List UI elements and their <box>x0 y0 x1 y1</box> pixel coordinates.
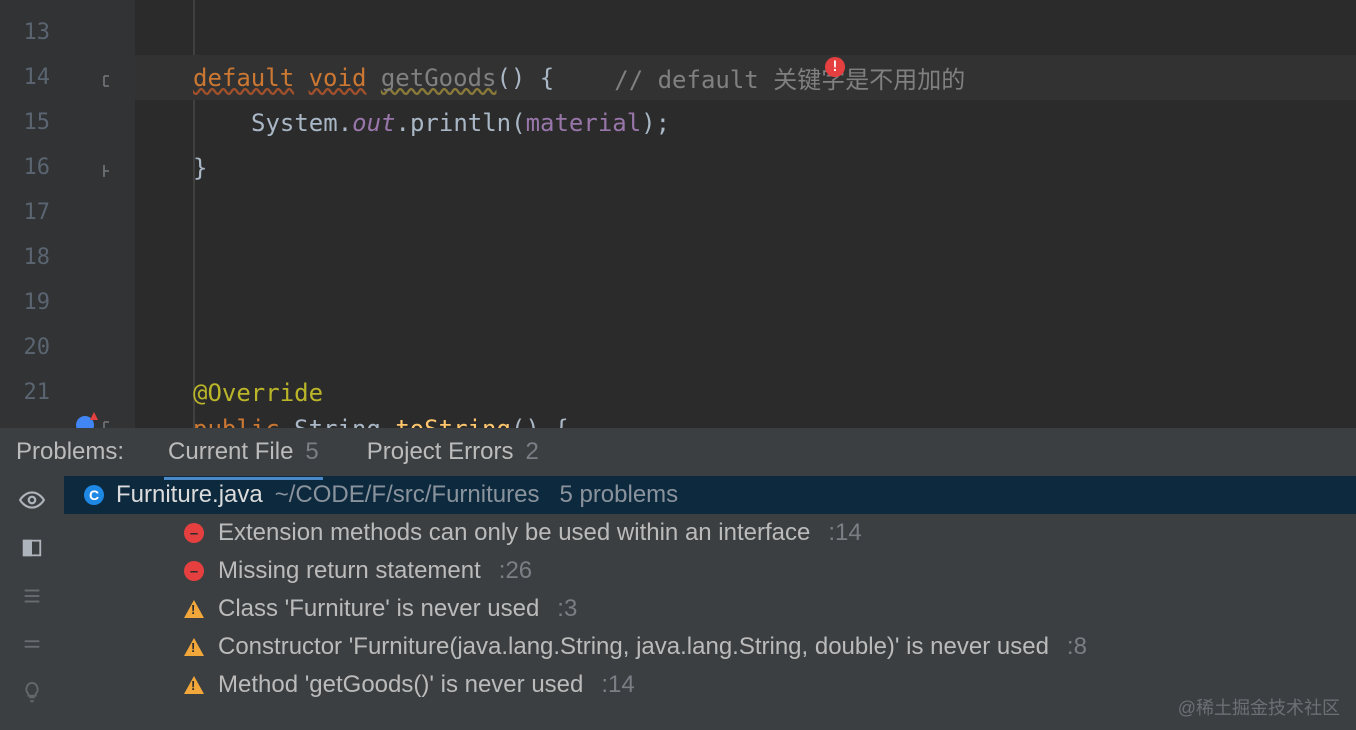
tab-count: 2 <box>525 438 538 466</box>
line-number: 15 <box>0 110 58 135</box>
warning-icon <box>184 676 204 694</box>
code-line[interactable] <box>135 280 1356 325</box>
override-gutter-icon[interactable] <box>76 416 94 428</box>
problem-text: Constructor 'Furniture(java.lang.String,… <box>218 633 1049 661</box>
problem-item[interactable]: – Extension methods can only be used wit… <box>64 514 1356 552</box>
problems-panel: Problems: Current File 5 Project Errors … <box>0 428 1356 730</box>
problem-item[interactable]: Class 'Furniture' is never used :3 <box>64 590 1356 628</box>
code-line[interactable]: default void getGoods () { // default 关键… <box>135 55 1356 100</box>
fold-open-icon[interactable] <box>100 416 116 428</box>
line-number: 16 <box>0 155 58 180</box>
code-text: } <box>193 154 207 182</box>
code-text: System. <box>251 109 352 137</box>
type: String <box>294 415 381 428</box>
error-icon: – <box>184 523 204 543</box>
line-number: 18 <box>0 245 58 270</box>
problem-line: :3 <box>557 595 577 623</box>
expand-icon[interactable] <box>18 582 46 610</box>
code-line[interactable]: @Override <box>135 370 1356 415</box>
problem-item[interactable]: – Missing return statement :26 <box>64 552 1356 590</box>
field: out <box>352 109 395 137</box>
keyword: void <box>309 64 367 92</box>
problem-file-row[interactable]: C Furniture.java ~/CODE/F/src/Furnitures… <box>64 476 1356 514</box>
line-number: 13 <box>0 20 58 45</box>
problem-text: Class 'Furniture' is never used <box>218 595 539 623</box>
warning-icon <box>184 638 204 656</box>
tab-label: Project Errors <box>367 438 514 466</box>
code-text: ); <box>641 109 670 137</box>
line-number: 17 <box>0 200 58 225</box>
code-line[interactable]: public String toString () { <box>135 415 1356 428</box>
code-line[interactable] <box>135 325 1356 370</box>
problem-text: Method 'getGoods()' is never used <box>218 671 583 699</box>
code-text: . <box>396 109 410 137</box>
method-name: toString <box>395 415 511 428</box>
bulb-icon[interactable] <box>18 678 46 706</box>
code-line[interactable] <box>135 10 1356 55</box>
field: material <box>526 109 642 137</box>
problem-line: :8 <box>1067 633 1087 661</box>
code-area[interactable]: default void getGoods () { // default 关键… <box>135 0 1356 428</box>
fold-open-icon[interactable] <box>100 70 116 86</box>
tab-project-errors[interactable]: Project Errors 2 <box>363 428 543 476</box>
warning-icon <box>184 600 204 618</box>
comment: // default 关键字是不用加的 <box>614 60 965 95</box>
code-text: () { <box>511 415 569 428</box>
line-number: 20 <box>0 335 58 360</box>
layout-icon[interactable] <box>18 534 46 562</box>
keyword: public <box>193 415 280 428</box>
method-call: println <box>410 109 511 137</box>
problem-line: :14 <box>828 519 861 547</box>
problem-text: Missing return statement <box>218 557 481 585</box>
problems-toolbar <box>0 476 64 730</box>
eye-icon[interactable] <box>18 486 46 514</box>
collapse-icon[interactable] <box>18 630 46 658</box>
method-name: getGoods <box>381 64 497 92</box>
code-text: ( <box>511 109 525 137</box>
problem-item[interactable]: Method 'getGoods()' is never used :14 <box>64 666 1356 704</box>
problems-tabs: Problems: Current File 5 Project Errors … <box>0 428 1356 476</box>
tab-count: 5 <box>305 438 318 466</box>
problems-body: C Furniture.java ~/CODE/F/src/Furnitures… <box>0 476 1356 730</box>
file-path: ~/CODE/F/src/Furnitures <box>275 481 540 509</box>
tab-label: Current File <box>168 438 293 466</box>
watermark: @稀土掘金技术社区 <box>1178 694 1340 720</box>
error-icon: – <box>184 561 204 581</box>
problem-line: :14 <box>601 671 634 699</box>
problems-list[interactable]: C Furniture.java ~/CODE/F/src/Furnitures… <box>64 476 1356 730</box>
tab-current-file[interactable]: Current File 5 <box>164 428 323 476</box>
error-inline-icon[interactable]: ! <box>825 57 845 77</box>
code-line[interactable]: } <box>135 145 1356 190</box>
editor-area: 13 14 15 16 17 18 19 20 21 <box>0 0 1356 428</box>
fold-close-icon[interactable] <box>100 160 116 176</box>
file-name: Furniture.java <box>116 481 263 509</box>
problems-label: Problems: <box>16 438 124 466</box>
code-line[interactable] <box>135 190 1356 235</box>
keyword: default <box>193 64 294 92</box>
gutter: 13 14 15 16 17 18 19 20 21 <box>0 0 135 428</box>
line-number: 14 <box>0 65 58 90</box>
annotation: @Override <box>193 379 323 407</box>
problem-count: 5 problems <box>559 481 678 509</box>
problem-text: Extension methods can only be used withi… <box>218 519 810 547</box>
class-file-icon: C <box>84 485 104 505</box>
code-text: () { <box>496 64 554 92</box>
line-number: 21 <box>0 380 58 405</box>
code-line[interactable]: System.out.println(material); <box>135 100 1356 145</box>
problem-item[interactable]: Constructor 'Furniture(java.lang.String,… <box>64 628 1356 666</box>
code-line[interactable] <box>135 235 1356 280</box>
line-number: 19 <box>0 290 58 315</box>
problem-line: :26 <box>499 557 532 585</box>
